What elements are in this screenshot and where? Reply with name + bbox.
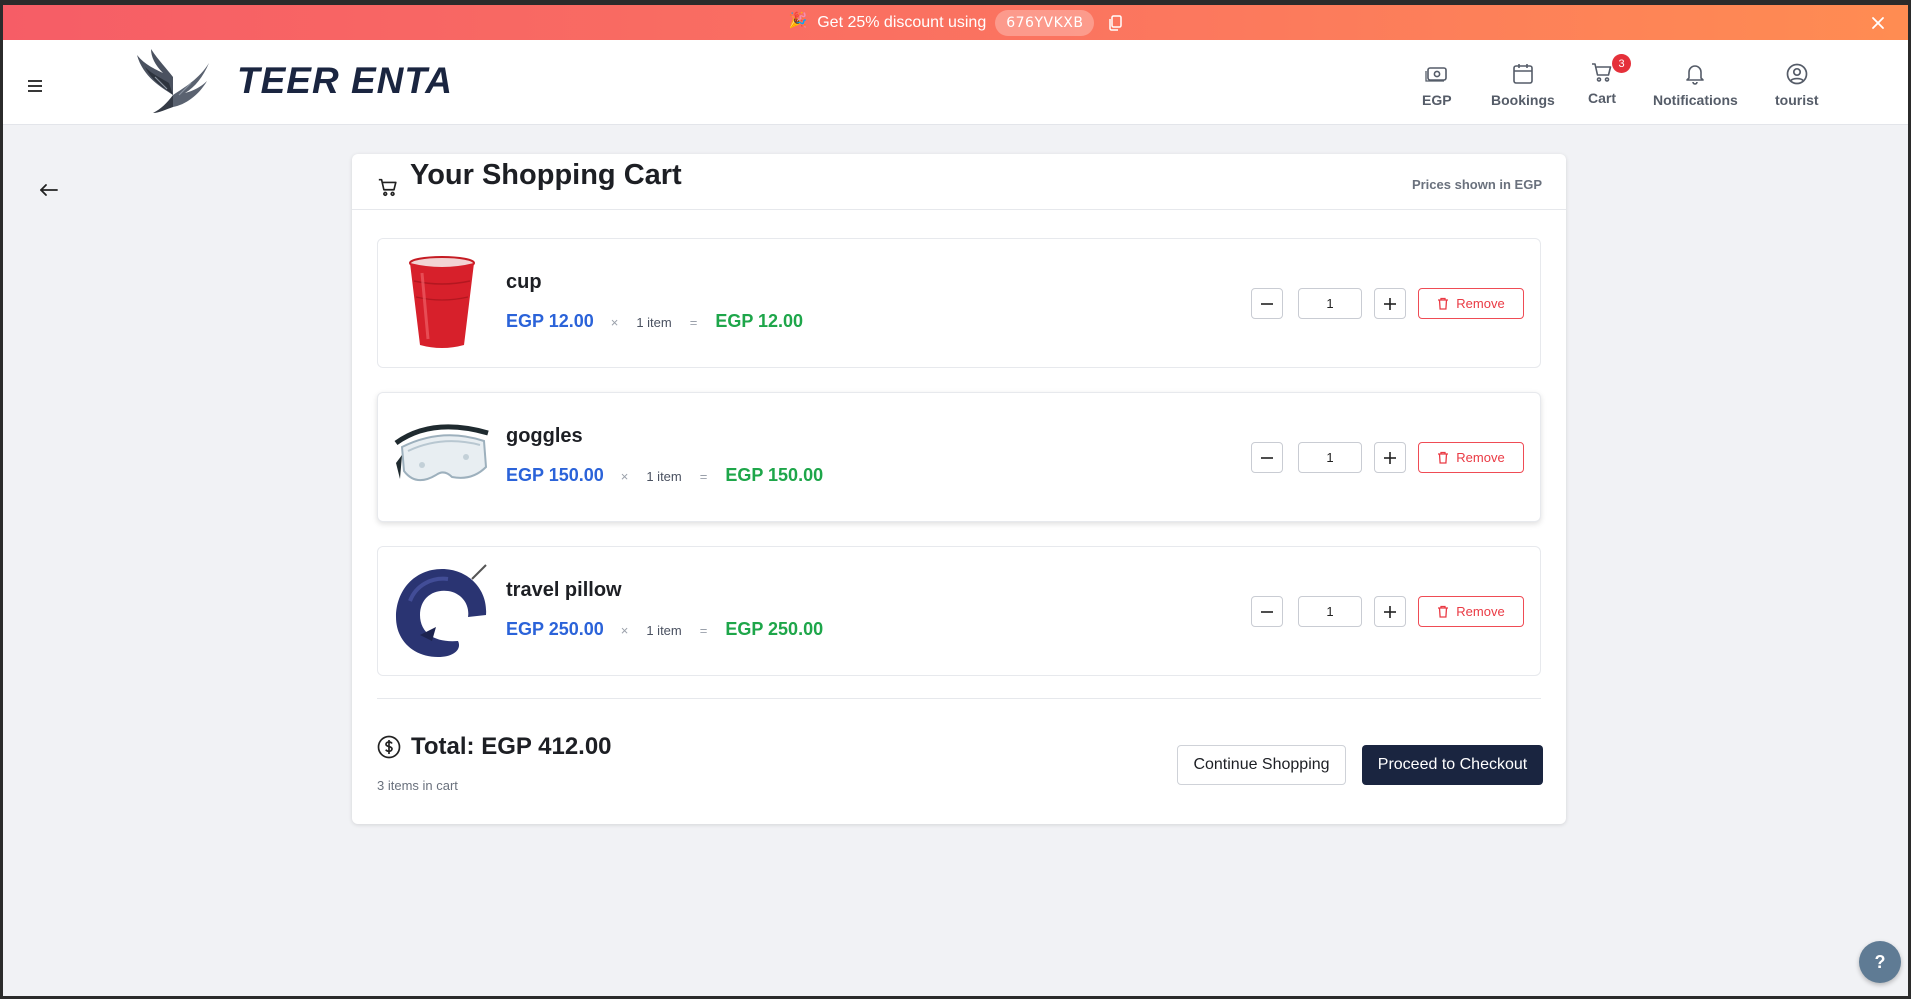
decrease-quantity-button[interactable] (1251, 596, 1283, 627)
decrease-quantity-button[interactable] (1251, 288, 1283, 319)
bell-icon (1686, 65, 1705, 85)
nav-profile[interactable]: tourist (1775, 62, 1819, 108)
nav-currency[interactable]: EGP (1422, 62, 1452, 108)
trash-icon (1438, 451, 1449, 464)
remove-item-button[interactable]: Remove (1418, 288, 1524, 319)
cart-total: Total: EGP 412.00 (411, 733, 612, 760)
page-title: Your Shopping Cart (410, 159, 682, 191)
line-total: EGP 250.00 (725, 619, 824, 639)
item-count: 1 item (646, 469, 682, 484)
brand-name[interactable]: TEER ENTA (237, 60, 453, 102)
plus-icon (1384, 297, 1396, 310)
minus-icon (1261, 456, 1273, 459)
decrease-quantity-button[interactable] (1251, 442, 1283, 473)
top-header: TEER ENTA EGP Bookings Cart 3 Notificati… (3, 40, 1908, 125)
cart-icon (1592, 63, 1612, 82)
cart-count-badge: 3 (1612, 54, 1631, 73)
items-in-cart: 3 items in cart (377, 778, 458, 793)
dollar-circle-icon (377, 735, 401, 759)
item-name: goggles (506, 425, 583, 447)
line-total: EGP 12.00 (715, 311, 804, 331)
cup-image (409, 256, 475, 348)
quantity-input[interactable] (1298, 596, 1362, 627)
increase-quantity-button[interactable] (1374, 288, 1406, 319)
unit-price: EGP 12.00 (506, 311, 594, 331)
remove-label: Remove (1456, 604, 1505, 619)
travel-pillow-image (396, 564, 487, 657)
item-name: travel pillow (506, 579, 622, 601)
remove-item-button[interactable]: Remove (1418, 442, 1524, 473)
goggles-image (394, 424, 489, 482)
nav-label: Cart (1588, 90, 1617, 106)
party-emoji: 🎉 (788, 11, 808, 29)
multiply-sign: × (620, 469, 629, 484)
item-count: 1 item (636, 315, 672, 330)
copy-icon[interactable] (1108, 14, 1123, 31)
currency-note: Prices shown in EGP (1411, 177, 1542, 192)
quantity-input[interactable] (1298, 288, 1362, 319)
promo-code[interactable]: 676YVKXB (995, 9, 1095, 36)
nav-notifications[interactable]: Notifications (1653, 62, 1738, 108)
equals-sign: = (699, 469, 708, 484)
user-circle-icon (1786, 63, 1808, 85)
minus-icon (1261, 302, 1273, 305)
nav-label: EGP (1422, 92, 1452, 108)
continue-shopping-button[interactable]: Continue Shopping (1177, 745, 1346, 785)
price-breakdown: EGP 150.00 × 1 item = EGP 150.00 (506, 465, 823, 486)
shopping-cart-card: Your Shopping Cart Prices shown in EGP c… (352, 154, 1566, 824)
increase-quantity-button[interactable] (1374, 596, 1406, 627)
cart-icon (378, 178, 397, 197)
nav-label: Bookings (1491, 92, 1555, 108)
back-arrow-icon[interactable] (39, 182, 59, 198)
increase-quantity-button[interactable] (1374, 442, 1406, 473)
nav-cart[interactable]: Cart 3 (1588, 54, 1631, 106)
line-total: EGP 150.00 (725, 465, 824, 485)
item-name: cup (506, 271, 542, 293)
multiply-sign: × (610, 315, 619, 330)
unit-price: EGP 150.00 (506, 465, 604, 485)
remove-label: Remove (1456, 296, 1505, 311)
remove-item-button[interactable]: Remove (1418, 596, 1524, 627)
calendar-icon (1513, 64, 1533, 84)
equals-sign: = (689, 315, 698, 330)
nav-bookings[interactable]: Bookings (1491, 62, 1555, 108)
app-window: 🎉 Get 25% discount using 676YVKXB TEER E… (3, 5, 1908, 996)
quantity-input[interactable] (1298, 442, 1362, 473)
cart-item: travel pillow EGP 250.00 × 1 item = EGP … (377, 546, 1541, 676)
plus-icon (1384, 451, 1396, 464)
equals-sign: = (699, 623, 708, 638)
promo-text: Get 25% discount using (817, 13, 987, 31)
proceed-to-checkout-button[interactable]: Proceed to Checkout (1362, 745, 1543, 785)
help-button[interactable]: ? (1859, 941, 1901, 983)
price-breakdown: EGP 12.00 × 1 item = EGP 12.00 (506, 311, 803, 332)
menu-icon[interactable] (27, 79, 43, 93)
trash-icon (1438, 605, 1449, 618)
promo-banner: 🎉 Get 25% discount using 676YVKXB (3, 5, 1908, 40)
multiply-sign: × (620, 623, 629, 638)
currency-note-icon (1425, 67, 1447, 82)
trash-icon (1438, 297, 1449, 310)
item-count: 1 item (646, 623, 682, 638)
cart-item: cup EGP 12.00 × 1 item = EGP 12.00 Remov… (377, 238, 1541, 368)
cart-item: goggles EGP 150.00 × 1 item = EGP 150.00… (377, 392, 1541, 522)
cart-header: Your Shopping Cart Prices shown in EGP (352, 154, 1566, 210)
minus-icon (1261, 610, 1273, 613)
remove-label: Remove (1456, 450, 1505, 465)
price-breakdown: EGP 250.00 × 1 item = EGP 250.00 (506, 619, 823, 640)
nav-label: tourist (1775, 92, 1819, 108)
logo-wings-icon[interactable] (133, 47, 213, 115)
plus-icon (1384, 605, 1396, 618)
close-icon[interactable] (1868, 13, 1888, 33)
nav-label: Notifications (1653, 92, 1738, 108)
unit-price: EGP 250.00 (506, 619, 604, 639)
divider (377, 698, 1541, 699)
